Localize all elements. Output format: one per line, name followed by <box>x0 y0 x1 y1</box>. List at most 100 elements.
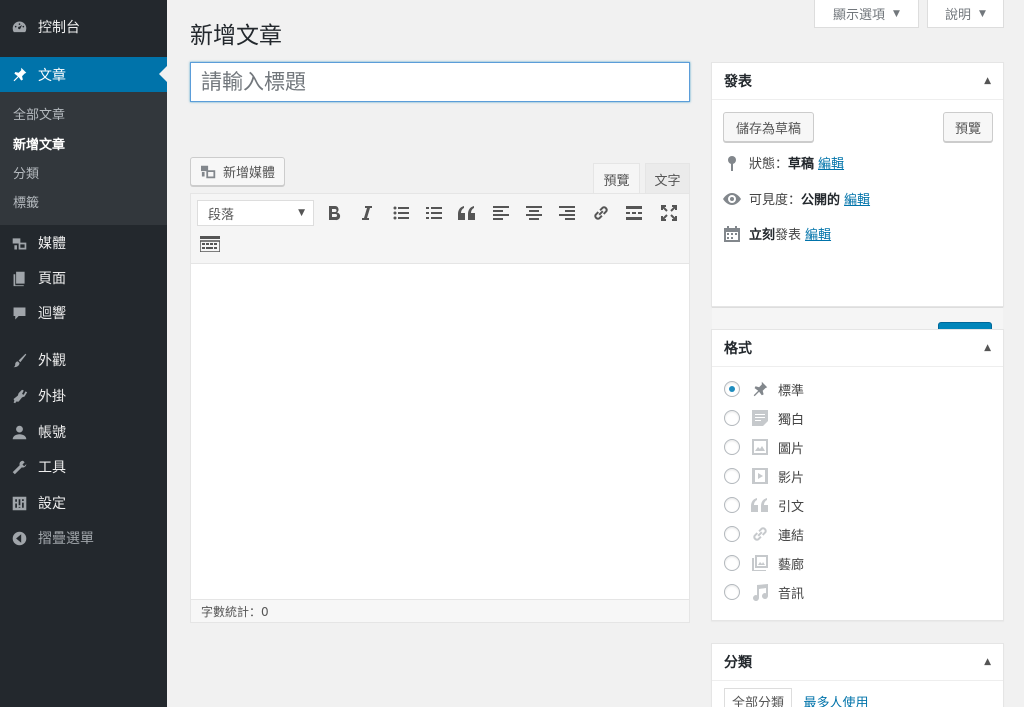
media-icon <box>11 235 28 252</box>
align-right-button[interactable] <box>555 201 579 225</box>
submenu-all-posts[interactable]: 全部文章 <box>13 104 65 123</box>
add-media-button[interactable]: 新增媒體 <box>190 157 285 186</box>
toolbar-toggle-icon[interactable] <box>198 232 222 256</box>
blockquote-button[interactable] <box>455 201 479 225</box>
format-option-label: 獨白 <box>778 412 805 428</box>
visibility-row: 可見度： 公開的 編輯 <box>723 189 870 208</box>
link-icon <box>750 524 770 544</box>
eye-icon <box>723 190 741 208</box>
menu-label-comments: 迴響 <box>38 306 66 322</box>
triangle-down-icon: ▼ <box>979 8 986 19</box>
word-count: 字數統計：0 <box>201 604 269 619</box>
tab-text[interactable]: 文字 <box>645 163 690 194</box>
bullet-list-button[interactable] <box>389 201 413 225</box>
format-select-value: 段落 <box>208 207 235 223</box>
plugin-icon <box>11 388 28 405</box>
save-draft-button[interactable]: 儲存為草稿 <box>723 112 814 142</box>
radio-button[interactable] <box>724 381 740 397</box>
radio-button[interactable] <box>724 468 740 484</box>
menu-item-comments[interactable]: 迴響 <box>0 296 167 330</box>
collapse-arrow-icon[interactable]: ▲ <box>984 343 991 353</box>
format-option-quote[interactable]: 引文 <box>724 495 804 515</box>
tab-visual[interactable]: 預覽 <box>593 163 640 194</box>
schedule-label: 發表 <box>775 228 802 243</box>
menu-label-media: 媒體 <box>38 236 66 252</box>
menu-item-posts[interactable]: 文章 <box>0 57 167 92</box>
status-row: 狀態： 草稿 編輯 <box>723 153 844 172</box>
menu-item-collapse[interactable]: 摺疊選單 <box>0 521 167 555</box>
collapse-arrow-icon[interactable]: ▲ <box>984 657 991 667</box>
tab-most-used[interactable]: 最多人使用 <box>801 688 871 707</box>
help-button[interactable]: 說明 ▼ <box>927 0 1004 28</box>
screen-options-button[interactable]: 顯示選項 ▼ <box>814 0 919 28</box>
edit-status-link[interactable]: 編輯 <box>818 153 844 172</box>
collapse-arrow-icon[interactable]: ▲ <box>984 76 991 86</box>
radio-button[interactable] <box>724 497 740 513</box>
brush-icon <box>11 352 28 369</box>
category-box: 分類 ▲ 全部分類 最多人使用 <box>711 643 1004 707</box>
format-option-label: 影片 <box>778 470 805 486</box>
schedule-value: 立刻 <box>749 228 776 243</box>
align-center-button[interactable] <box>522 201 546 225</box>
preview-button[interactable]: 預覽 <box>943 112 993 142</box>
screen-options-label: 顯示選項 <box>833 8 886 23</box>
post-editor: 段落 ▼ 字數統計：0 <box>190 193 690 623</box>
format-option-standard[interactable]: 標準 <box>724 379 804 399</box>
submenu-tags[interactable]: 標籤 <box>13 192 39 211</box>
align-left-button[interactable] <box>489 201 513 225</box>
format-box-header[interactable]: 格式 ▲ <box>712 330 1003 367</box>
format-option-video[interactable]: 影片 <box>724 466 804 486</box>
menu-label-dashboard: 控制台 <box>38 20 80 36</box>
triangle-down-icon: ▼ <box>893 8 900 19</box>
menu-item-plugins[interactable]: 外掛 <box>0 379 167 413</box>
submenu-add-new[interactable]: 新增文章 <box>13 134 65 153</box>
menu-item-dashboard[interactable]: 控制台 <box>0 10 167 44</box>
bold-button[interactable] <box>322 201 346 225</box>
menu-item-tools[interactable]: 工具 <box>0 450 167 484</box>
radio-button[interactable] <box>724 439 740 455</box>
numbered-list-button[interactable] <box>422 201 446 225</box>
image-icon <box>750 437 770 457</box>
category-box-title: 分類 <box>724 655 752 671</box>
category-box-header[interactable]: 分類 ▲ <box>712 644 1003 681</box>
format-select[interactable]: 段落 ▼ <box>197 200 314 226</box>
menu-label-collapse: 摺疊選單 <box>38 531 94 547</box>
format-option-aside[interactable]: 獨白 <box>724 408 804 428</box>
format-box: 格式 ▲ 標準 獨白 圖片 影片 引文 連結 藝廊 音訊 <box>711 329 1004 621</box>
format-box-title: 格式 <box>724 341 752 357</box>
aside-icon <box>750 408 770 428</box>
dashboard-icon <box>11 19 28 36</box>
radio-button[interactable] <box>724 526 740 542</box>
publish-box-title: 發表 <box>724 74 752 90</box>
editor-content-area[interactable] <box>191 265 689 599</box>
radio-button[interactable] <box>724 555 740 571</box>
italic-button[interactable] <box>355 201 379 225</box>
edit-visibility-link[interactable]: 編輯 <box>844 189 870 208</box>
submenu-categories[interactable]: 分類 <box>13 163 39 182</box>
menu-item-settings[interactable]: 設定 <box>0 486 167 520</box>
radio-button[interactable] <box>724 584 740 600</box>
post-title-input[interactable] <box>190 62 690 102</box>
publish-box: 發表 ▲ 儲存為草稿 預覽 狀態： 草稿 編輯 可見度： 公開的 編輯 立刻 發… <box>711 62 1004 367</box>
fullscreen-icon[interactable] <box>657 201 681 225</box>
format-option-gallery[interactable]: 藝廊 <box>724 553 804 573</box>
tab-all-categories[interactable]: 全部分類 <box>724 688 792 707</box>
menu-item-appearance[interactable]: 外觀 <box>0 343 167 377</box>
radio-button[interactable] <box>724 410 740 426</box>
menu-item-media[interactable]: 媒體 <box>0 226 167 260</box>
read-more-button[interactable] <box>622 201 646 225</box>
link-icon[interactable] <box>589 201 613 225</box>
format-option-audio[interactable]: 音訊 <box>724 582 804 602</box>
menu-item-pages[interactable]: 頁面 <box>0 261 167 295</box>
collapse-icon <box>11 530 28 547</box>
edit-schedule-link[interactable]: 編輯 <box>805 224 831 243</box>
format-option-image[interactable]: 圖片 <box>724 437 804 457</box>
add-media-label: 新增媒體 <box>222 166 275 181</box>
menu-item-users[interactable]: 帳號 <box>0 415 167 449</box>
format-option-link[interactable]: 連結 <box>724 524 804 544</box>
page-icon <box>11 270 28 287</box>
publish-box-header[interactable]: 發表 ▲ <box>712 63 1003 100</box>
menu-label-pages: 頁面 <box>38 271 66 287</box>
status-value: 草稿 <box>788 157 815 172</box>
triangle-down-icon: ▼ <box>298 208 305 218</box>
